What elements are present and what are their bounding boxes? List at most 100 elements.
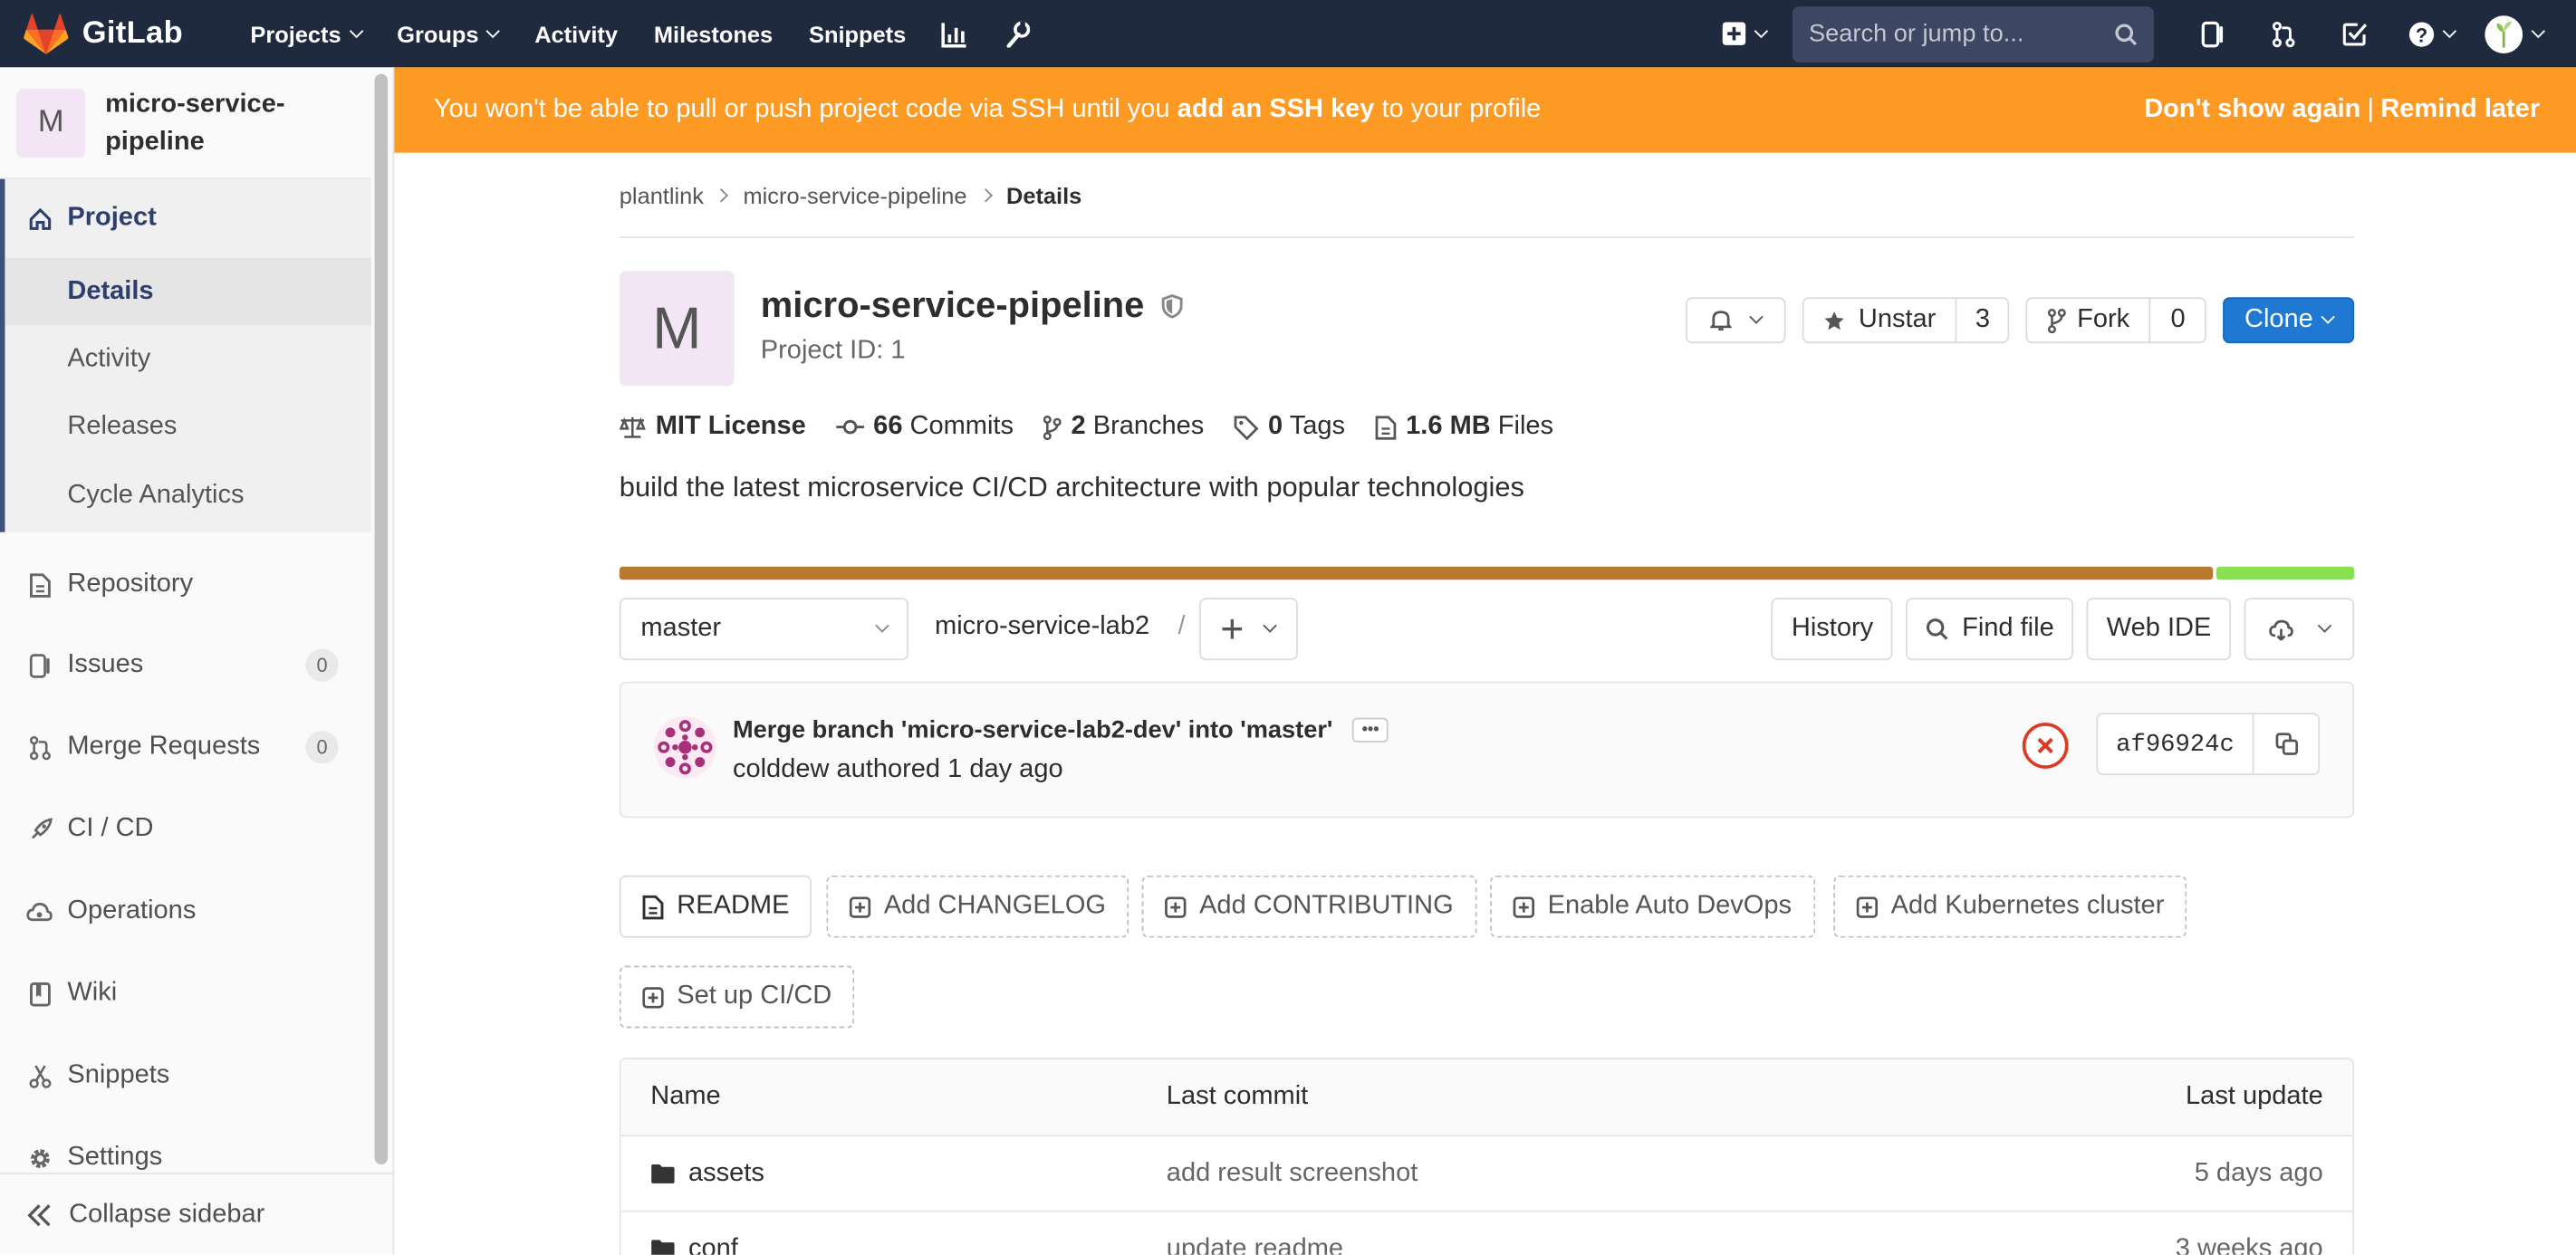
file-name[interactable]: assets [688, 1159, 764, 1189]
collapse-sidebar-label: Collapse sidebar [69, 1199, 265, 1228]
table-row[interactable]: conf update readme 3 weeks ago [621, 1212, 2353, 1255]
issues-icon[interactable] [2177, 0, 2247, 67]
dont-show-again-link[interactable]: Don't show again [2144, 95, 2360, 123]
sidebar-item-cycle-analytics[interactable]: Cycle Analytics [5, 460, 370, 532]
project-sidebar: M micro-service-pipeline Project Details… [0, 67, 395, 1255]
sidebar-item-details[interactable]: Details [5, 257, 371, 326]
commit-title[interactable]: Merge branch 'micro-service-lab2-dev' in… [733, 716, 1332, 744]
history-button[interactable]: History [1772, 598, 1893, 661]
add-contributing-button[interactable]: Add CONTRIBUTING [1141, 875, 1477, 938]
commit-sha-group: af96924c [2096, 713, 2321, 776]
path-segment[interactable]: micro-service-lab2 [935, 613, 1149, 643]
breadcrumb-project[interactable]: micro-service-pipeline [744, 181, 967, 207]
file-last-commit[interactable]: add result screenshot [1167, 1159, 1418, 1189]
sidebar-item-snippets[interactable]: Snippets [0, 1035, 371, 1117]
file-name-cell[interactable]: assets [650, 1159, 764, 1189]
enable-auto-devops-button[interactable]: Enable Auto DevOps [1490, 875, 1815, 938]
copy-sha-button[interactable] [2252, 714, 2319, 774]
add-to-tree-dropdown[interactable] [1199, 598, 1298, 661]
collapse-sidebar-button[interactable]: Collapse sidebar [0, 1173, 393, 1255]
add-kubernetes-cluster-button[interactable]: Add Kubernetes cluster [1833, 875, 2187, 938]
remind-later-link[interactable]: Remind later [2380, 95, 2540, 123]
find-file-button[interactable]: Find file [1906, 598, 2074, 661]
sidebar-item-issues[interactable]: Issues 0 [0, 624, 371, 706]
branches-link[interactable]: 2 Branches [1043, 412, 1204, 442]
new-item-dropdown[interactable] [1714, 0, 1773, 67]
table-row[interactable]: assets add result screenshot 5 days ago [620, 1136, 2353, 1212]
nav-groups[interactable]: Groups [379, 0, 516, 67]
commits-link[interactable]: 66 Commits [835, 412, 1014, 442]
chevron-down-icon [2531, 23, 2546, 38]
file-name[interactable]: conf [688, 1234, 738, 1255]
readme-button[interactable]: README [619, 875, 812, 938]
file-icon [1375, 415, 1396, 439]
nav-snippets-label: Snippets [809, 20, 907, 47]
pipeline-failed-icon[interactable] [2022, 723, 2069, 769]
tags-link[interactable]: 0 Tags [1234, 412, 1345, 442]
notification-dropdown[interactable] [1686, 297, 1787, 344]
nav-projects-label: Projects [250, 20, 341, 47]
chart-icon[interactable] [924, 0, 986, 67]
sidebar-item-repository[interactable]: Repository [0, 545, 371, 624]
user-menu[interactable] [2475, 0, 2576, 67]
web-ide-button[interactable]: Web IDE [2087, 598, 2232, 661]
nav-milestones[interactable]: Milestones [636, 0, 791, 67]
breadcrumb-group[interactable]: plantlink [620, 181, 704, 207]
sidebar-item-activity[interactable]: Activity [5, 325, 370, 392]
todo-check-icon[interactable] [2318, 0, 2389, 67]
chevron-right-icon [715, 187, 729, 202]
file-name-cell[interactable]: conf [650, 1234, 738, 1255]
branch-select-value: master [640, 614, 722, 643]
sidebar-item-releases[interactable]: Releases [5, 392, 370, 459]
alert-message: You won't be able to pull or push projec… [434, 95, 1541, 125]
language-segment[interactable] [619, 566, 2213, 580]
fork-count[interactable]: 0 [2148, 299, 2205, 342]
set-up-ci-cd-button[interactable]: Set up CI/CD [619, 965, 855, 1029]
search-input[interactable] [1808, 19, 2105, 48]
download-dropdown[interactable] [2244, 598, 2355, 661]
star-count[interactable]: 3 [1956, 299, 2008, 342]
bell-icon [1710, 311, 1733, 331]
sidebar-item-operations[interactable]: Operations [0, 870, 371, 953]
add-contributing-label: Add CONTRIBUTING [1199, 891, 1454, 920]
sidebar-item-wiki[interactable]: Wiki [0, 953, 371, 1035]
sidebar-scrollbar[interactable] [374, 73, 389, 1164]
repository-languages-bar[interactable] [619, 566, 2355, 580]
merge-request-icon[interactable] [2247, 0, 2318, 67]
help-dropdown[interactable]: ? [2389, 0, 2474, 67]
column-header-last-update: Last update [2186, 1082, 2323, 1111]
file-tree-table: Name Last commit Last update assets add … [619, 1058, 2355, 1255]
clone-button[interactable]: Clone [2223, 297, 2355, 344]
commit-sha[interactable]: af96924c [2098, 714, 2253, 773]
cloud-gear-icon [26, 898, 53, 924]
license-link[interactable]: MIT License [619, 412, 806, 442]
plus-square-icon [1856, 896, 1879, 917]
nav-projects[interactable]: Projects [232, 0, 379, 67]
commits-label: Commits [909, 412, 1014, 441]
add-ssh-key-link[interactable]: add an SSH key [1177, 95, 1375, 123]
user-avatar [2485, 14, 2523, 53]
file-last-commit[interactable]: update readme [1167, 1234, 1343, 1255]
commit-author-avatar[interactable] [653, 715, 716, 779]
search-box[interactable] [1792, 5, 2154, 62]
path-separator: / [1177, 612, 1186, 641]
files-link[interactable]: 1.6 MB Files [1375, 412, 1553, 442]
wrench-icon[interactable] [986, 0, 1049, 67]
breadcrumb-current[interactable]: Details [1006, 181, 1081, 207]
gitlab-logo[interactable]: GitLab [23, 13, 183, 55]
sidebar-project-header[interactable]: M micro-service-pipeline [0, 67, 371, 179]
unstar-button[interactable]: Unstar [1804, 299, 1956, 341]
search-icon [1927, 618, 1948, 640]
sidebar-item-merge-requests[interactable]: Merge Requests 0 [0, 706, 371, 789]
language-segment[interactable] [2216, 566, 2355, 580]
fork-button[interactable]: Fork [2028, 299, 2149, 341]
nav-activity[interactable]: Activity [516, 0, 636, 67]
sidebar-item-project[interactable]: Project [5, 179, 370, 258]
nav-snippets[interactable]: Snippets [791, 0, 924, 67]
toggle-commit-description-button[interactable]: ••• [1352, 717, 1389, 742]
sidebar-item-ci-cd[interactable]: CI / CD [0, 789, 371, 871]
find-file-label: Find file [1962, 614, 2054, 643]
branch-select[interactable]: master [619, 598, 909, 661]
add-changelog-button[interactable]: Add CHANGELOG [826, 875, 1129, 938]
tag-icon [1234, 415, 1259, 440]
